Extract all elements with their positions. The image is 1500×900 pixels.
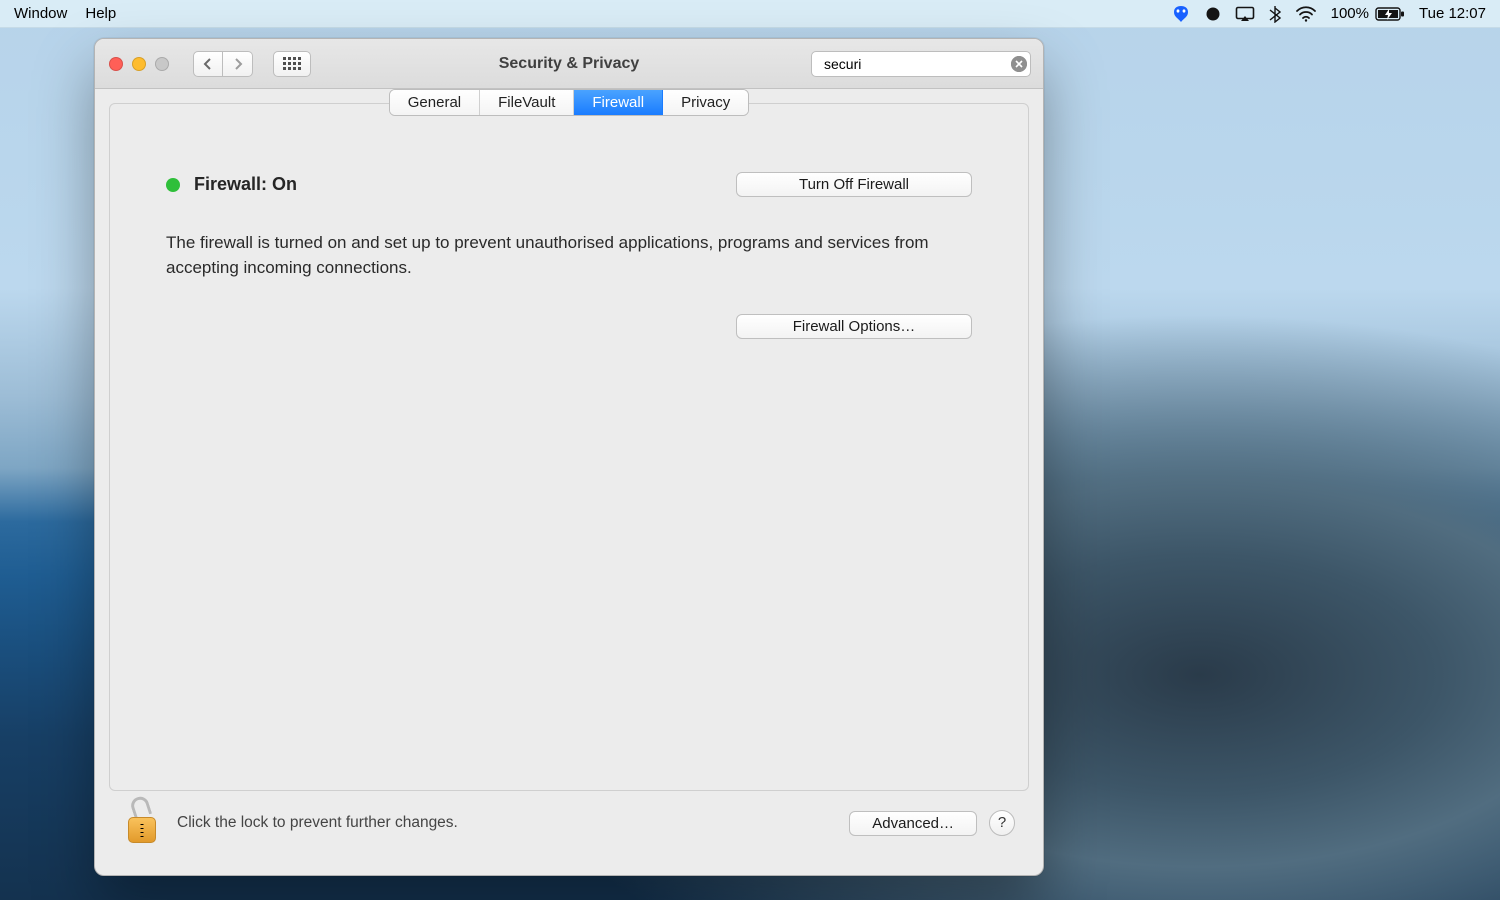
window-titlebar: Security & Privacy xyxy=(95,39,1043,89)
window-footer: Click the lock to prevent further change… xyxy=(109,791,1029,861)
grid-icon xyxy=(283,57,301,71)
back-button[interactable] xyxy=(193,51,223,77)
lock-open-icon xyxy=(129,794,152,819)
show-all-button[interactable] xyxy=(273,51,311,77)
battery-icon xyxy=(1375,7,1405,21)
tab-bar: General FileVault Firewall Privacy xyxy=(389,89,750,116)
tab-filevault[interactable]: FileVault xyxy=(480,90,574,115)
firewall-status-indicator xyxy=(166,178,180,192)
chevron-left-icon xyxy=(203,57,213,71)
firewall-status-label: Firewall: On xyxy=(194,174,297,195)
menuextra-app-icon[interactable] xyxy=(1171,5,1191,23)
airplay-icon[interactable] xyxy=(1235,6,1255,22)
forward-button[interactable] xyxy=(223,51,253,77)
menu-window[interactable]: Window xyxy=(14,5,67,22)
help-button[interactable]: ? xyxy=(989,810,1015,836)
traffic-lights xyxy=(107,57,169,71)
firewall-panel: General FileVault Firewall Privacy Firew… xyxy=(109,103,1029,791)
menu-bar: Window Help 100% Tue 12:07 xyxy=(0,0,1500,28)
menu-help[interactable]: Help xyxy=(85,5,116,22)
tab-privacy[interactable]: Privacy xyxy=(663,90,748,115)
preferences-window: Security & Privacy General FileVault Fir… xyxy=(94,38,1044,876)
clear-icon xyxy=(1011,56,1027,72)
firewall-options-button[interactable]: Firewall Options… xyxy=(736,314,972,339)
tab-general[interactable]: General xyxy=(390,90,480,115)
wifi-icon[interactable] xyxy=(1295,6,1317,22)
advanced-button[interactable]: Advanced… xyxy=(849,811,977,836)
zoom-window-button[interactable] xyxy=(155,57,169,71)
battery-percent: 100% xyxy=(1331,5,1369,22)
minimize-window-button[interactable] xyxy=(132,57,146,71)
tab-firewall[interactable]: Firewall xyxy=(574,90,663,115)
battery-status[interactable]: 100% xyxy=(1331,5,1405,22)
clear-search-button[interactable] xyxy=(1011,56,1027,72)
lock-hint-text: Click the lock to prevent further change… xyxy=(177,814,833,832)
search-input[interactable] xyxy=(824,56,1005,72)
menu-clock[interactable]: Tue 12:07 xyxy=(1419,5,1486,22)
bluetooth-icon[interactable] xyxy=(1269,5,1281,23)
menuextra-dot-icon[interactable] xyxy=(1205,6,1221,22)
chevron-right-icon xyxy=(233,57,243,71)
search-field[interactable] xyxy=(811,51,1031,77)
close-window-button[interactable] xyxy=(109,57,123,71)
turn-off-firewall-button[interactable]: Turn Off Firewall xyxy=(736,172,972,197)
firewall-description: The firewall is turned on and set up to … xyxy=(166,231,936,280)
lock-button[interactable] xyxy=(123,801,161,845)
